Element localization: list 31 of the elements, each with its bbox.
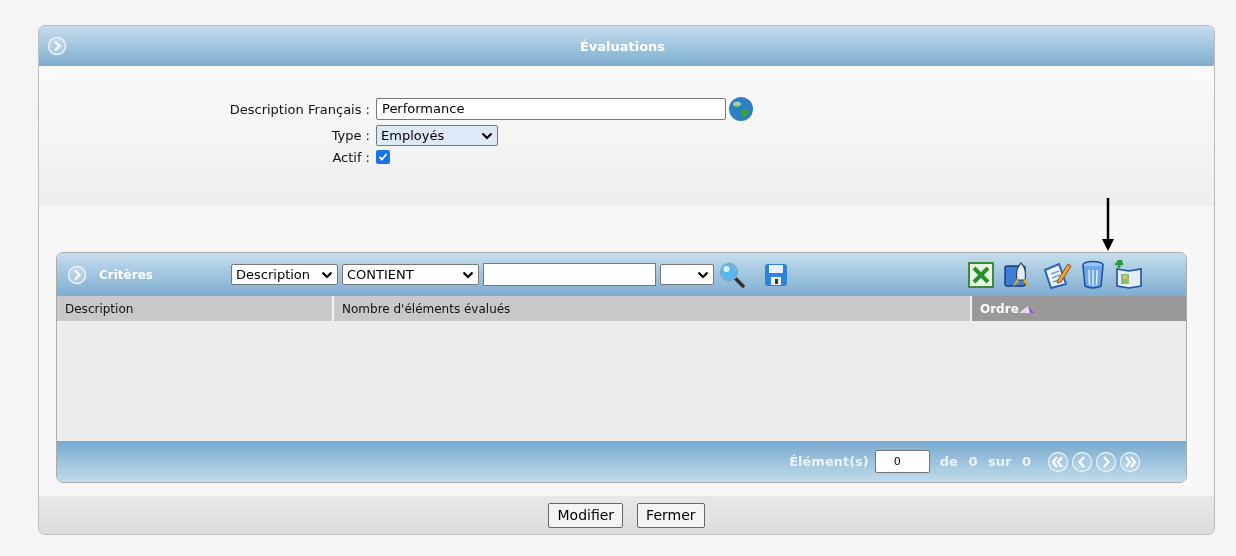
field-label: Description Français : [229, 101, 370, 117]
pointer-arrow [1102, 198, 1114, 251]
caret-icon [481, 131, 493, 140]
page-field[interactable]: 0 [874, 450, 930, 473]
panel-title: Critères [99, 267, 154, 282]
window-title: Évaluations [578, 38, 667, 54]
pager-label: Élément(s) [789, 454, 869, 469]
action-button[interactable]: Fermer [637, 502, 705, 528]
type-select[interactable]: Employés [376, 125, 498, 146]
column-header[interactable]: Nombre d'éléments évalués [334, 296, 972, 321]
caret-icon [697, 270, 709, 279]
globe-icon[interactable] [728, 96, 754, 122]
operator-select[interactable]: CONTIENT [342, 264, 479, 285]
trash-icon[interactable] [1081, 259, 1105, 290]
sort-ascending-icon [1018, 304, 1035, 313]
caret-icon [321, 270, 333, 279]
caret-icon [462, 270, 474, 279]
value-select[interactable] [660, 264, 714, 285]
description-field[interactable]: Performance [376, 98, 726, 120]
search-icon[interactable] [718, 260, 746, 289]
field-label: Type : [331, 128, 370, 143]
pager-summary: de 0 sur 0 [939, 454, 1031, 469]
column-header[interactable]: Description [57, 296, 334, 321]
save-icon[interactable] [764, 262, 788, 287]
field-label: Actif : [332, 149, 370, 165]
excel-icon[interactable] [968, 261, 994, 288]
add-contact-icon[interactable] [1114, 259, 1144, 290]
active-checkbox[interactable] [376, 150, 390, 164]
action-button[interactable]: Modifier [548, 502, 624, 528]
column-select[interactable]: Description [231, 264, 338, 285]
search-field[interactable] [483, 263, 656, 286]
